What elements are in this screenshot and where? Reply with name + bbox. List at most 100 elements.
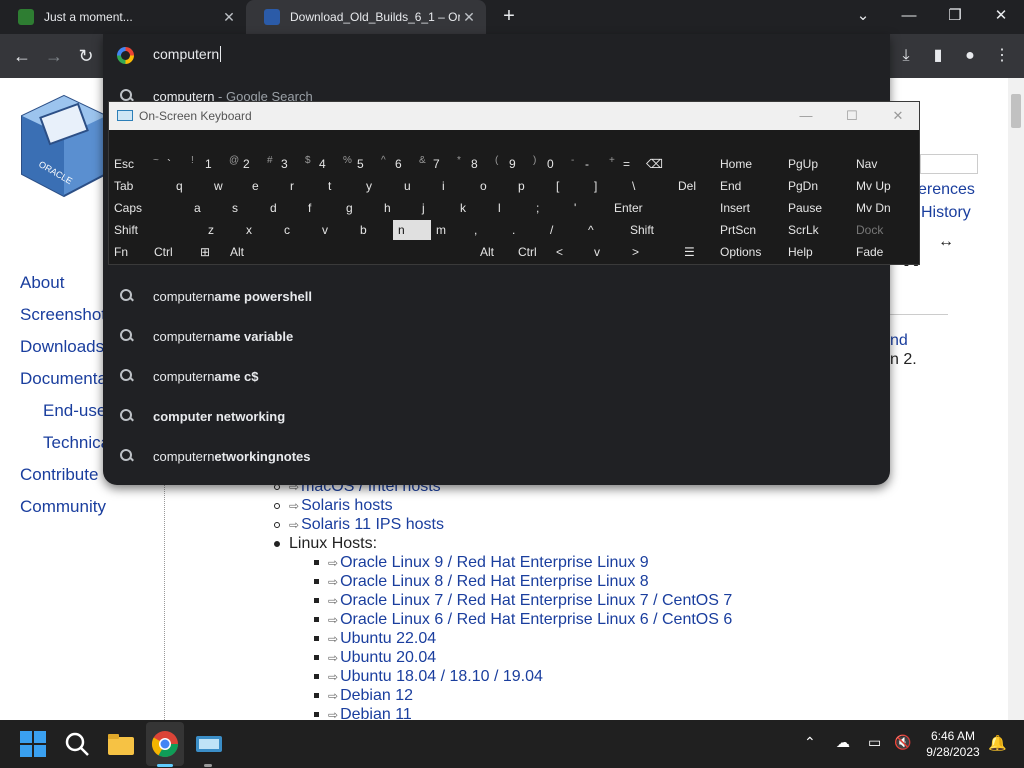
page-scrollbar[interactable] (1008, 78, 1024, 720)
key-nav[interactable]: Nav (851, 154, 917, 174)
forward-icon[interactable]: → (42, 44, 66, 68)
scrollbar-thumb[interactable] (1011, 94, 1021, 128)
menu-key-icon[interactable]: ☰ (679, 242, 709, 262)
close-tab-icon[interactable]: ✕ (220, 8, 238, 26)
key-x[interactable]: x (241, 220, 279, 240)
volume-muted-icon[interactable]: 🔇 (894, 734, 911, 751)
key-pause[interactable]: Pause (783, 198, 849, 218)
key-options[interactable]: Options (715, 242, 781, 262)
key-3[interactable]: #3 (261, 154, 299, 174)
sidebar-link-downloads[interactable]: Downloads (20, 337, 104, 357)
key-v[interactable]: v (317, 220, 355, 240)
link-fragment[interactable]: nd (890, 332, 908, 350)
key-q[interactable]: q (171, 176, 209, 196)
key-k[interactable]: k (455, 198, 493, 218)
key-5[interactable]: % 5 (337, 154, 375, 174)
key-7[interactable]: & 7 (413, 154, 451, 174)
key-ctrl-right[interactable]: Ctrl (513, 242, 553, 262)
key-1[interactable]: ! 1 (185, 154, 223, 174)
sidebar-link-community[interactable]: Community (20, 497, 106, 517)
chevron-up-icon[interactable]: ⌃ (804, 734, 816, 751)
key-r[interactable]: r (285, 176, 323, 196)
sidebar-link-about[interactable]: About (20, 273, 64, 293)
key-;[interactable]: ; (531, 198, 569, 218)
key-][interactable]: ] (589, 176, 627, 196)
key-insert[interactable]: Insert (715, 198, 781, 218)
key-ctrl-left[interactable]: Ctrl (149, 242, 195, 262)
key-.[interactable]: . (507, 220, 545, 240)
key-[[interactable]: [ (551, 176, 589, 196)
on-screen-keyboard-app-icon[interactable] (193, 728, 225, 760)
key-help[interactable]: Help (783, 242, 849, 262)
key-f[interactable]: f (303, 198, 341, 218)
list-item-linux[interactable]: ⇨ Oracle Linux 9 / Red Hat Enterprise Lin… (328, 554, 649, 572)
key-g[interactable]: g (341, 198, 379, 218)
key-0[interactable]: ) 0 (527, 154, 565, 174)
key-l[interactable]: l (493, 198, 531, 218)
key-tab[interactable]: Tab (109, 176, 167, 196)
key-fn[interactable]: Fn (109, 242, 149, 262)
key-arrow-right[interactable]: > (627, 242, 665, 262)
list-item-solaris[interactable]: ⇨ Solaris hosts (289, 497, 393, 515)
file-explorer-icon[interactable] (105, 728, 137, 760)
address-input[interactable]: computern (153, 46, 221, 62)
key-shift-left[interactable]: Shift (109, 220, 199, 240)
network-icon[interactable]: ▭ (868, 734, 881, 751)
key-d[interactable]: d (265, 198, 303, 218)
download-icon[interactable]: ⤓ (894, 44, 918, 68)
clock[interactable]: 6:46 AM 9/28/2023 (916, 728, 990, 760)
key-esc[interactable]: Esc (109, 154, 147, 174)
key-p[interactable]: p (513, 176, 551, 196)
back-icon[interactable]: ← (10, 44, 34, 68)
suggestion-item[interactable]: computername variable (103, 317, 890, 357)
key-pgdn[interactable]: PgDn (783, 176, 849, 196)
key-,[interactable]: , (469, 220, 507, 240)
osk-titlebar[interactable]: On-Screen Keyboard — ☐ ✕ (109, 102, 919, 130)
key-del[interactable]: Del (673, 176, 713, 196)
key-backspace[interactable]: ⌫ (641, 154, 703, 174)
tab-download-old-builds[interactable]: Download_Old_Builds_6_1 – Ora ✕ (246, 0, 486, 34)
key-b[interactable]: b (355, 220, 393, 240)
key-mv-up[interactable]: Mv Up (851, 176, 917, 196)
key-\[interactable]: \ (627, 176, 665, 196)
key-caps[interactable]: Caps (109, 198, 185, 218)
list-item-linux[interactable]: ⇨ Oracle Linux 8 / Red Hat Enterprise Lin… (328, 573, 649, 591)
key-home[interactable]: Home (715, 154, 781, 174)
key-alt-left[interactable]: Alt (225, 242, 263, 262)
key-shift-right[interactable]: Shift (625, 220, 705, 240)
key-8[interactable]: * 8 (451, 154, 489, 174)
key-4[interactable]: $4 (299, 154, 337, 174)
key-s[interactable]: s (227, 198, 265, 218)
key-y[interactable]: y (361, 176, 399, 196)
key--[interactable]: -- (565, 154, 603, 174)
key-i[interactable]: i (437, 176, 475, 196)
link-references-fragment[interactable]: erences (918, 181, 975, 199)
list-item-solaris-ips[interactable]: ⇨ Solaris 11 IPS hosts (289, 516, 444, 534)
sidebar-link-end-user[interactable]: End-user (43, 401, 112, 421)
key-9[interactable]: (9 (489, 154, 527, 174)
suggestion-item[interactable]: computername powershell (103, 277, 890, 317)
reload-icon[interactable]: ↻ (74, 44, 98, 68)
key-n[interactable]: n (393, 220, 431, 240)
suggestion-item[interactable]: computernetworkingnotes (103, 437, 890, 477)
windows-start-icon[interactable] (17, 728, 49, 760)
notification-bell-icon[interactable]: 🔔 (988, 734, 1007, 752)
new-tab-button[interactable]: + (498, 5, 520, 27)
key-space[interactable] (263, 242, 471, 262)
key-j[interactable]: j (417, 198, 455, 218)
sidebar-link-screenshots[interactable]: Screenshots (20, 305, 115, 325)
key-2[interactable]: @2 (223, 154, 261, 174)
cloud-status-icon[interactable]: ☁ (836, 734, 850, 751)
key-z[interactable]: z (203, 220, 241, 240)
search-icon[interactable] (61, 728, 93, 760)
key-fade[interactable]: Fade (851, 242, 917, 262)
link-history-fragment[interactable]: History (921, 204, 971, 222)
key-u[interactable]: u (399, 176, 437, 196)
close-window-button[interactable]: ✕ (988, 4, 1014, 28)
list-item-linux[interactable]: ⇨ Oracle Linux 7 / Red Hat Enterprise Lin… (328, 592, 732, 610)
list-item-linux[interactable]: ⇨ Ubuntu 20.04 (328, 649, 436, 667)
osk-maximize-button[interactable]: ☐ (841, 106, 863, 126)
key-enter[interactable]: Enter (609, 198, 699, 218)
menu-icon[interactable]: ⋮ (990, 44, 1014, 68)
list-item-linux[interactable]: ⇨ Oracle Linux 6 / Red Hat Enterprise Lin… (328, 611, 732, 629)
